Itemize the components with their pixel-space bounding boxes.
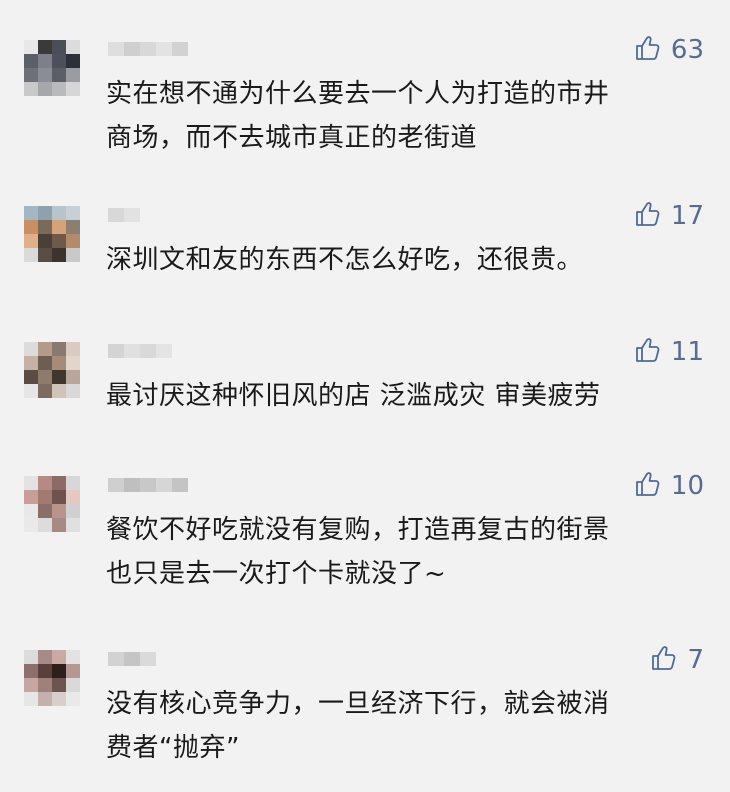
thumbs-up-icon bbox=[633, 34, 661, 66]
avatar[interactable] bbox=[24, 342, 80, 398]
comment-text-line: 实在想不通为什么要去一个人为打造的市井 bbox=[106, 79, 610, 109]
comment-text-line: 没有核心竞争力，一旦经济下行，就会被消 bbox=[106, 689, 610, 719]
like-button[interactable]: 7 bbox=[649, 644, 704, 676]
comment-text-line: 餐饮不好吃就没有复购，打造再复古的街景 bbox=[106, 515, 610, 545]
comment-text: 深圳文和友的东西不怎么好吃，还很贵。 bbox=[106, 238, 706, 282]
thumbs-up-icon bbox=[633, 336, 661, 368]
comment-text: 没有核心竞争力，一旦经济下行，就会被消 费者“抛弃” bbox=[106, 682, 706, 770]
nickname-blurred[interactable] bbox=[108, 42, 188, 56]
avatar[interactable] bbox=[24, 40, 80, 96]
avatar[interactable] bbox=[24, 206, 80, 262]
comment-text: 实在想不通为什么要去一个人为打造的市井 商场，而不去城市真正的老街道 bbox=[106, 72, 706, 160]
comment-text: 餐饮不好吃就没有复购，打造再复古的街景 也只是去一次打个卡就没了~ bbox=[106, 508, 706, 596]
like-count: 7 bbox=[687, 645, 704, 675]
nickname-blurred[interactable] bbox=[108, 478, 188, 492]
like-button[interactable]: 17 bbox=[633, 200, 704, 232]
like-count: 63 bbox=[670, 35, 704, 65]
nickname-blurred[interactable] bbox=[108, 344, 172, 358]
nickname-blurred[interactable] bbox=[108, 652, 156, 666]
comment-text-line: 费者“抛弃” bbox=[106, 733, 240, 763]
nickname-blurred[interactable] bbox=[108, 208, 140, 222]
like-count: 17 bbox=[670, 201, 704, 231]
comment-text-line: 也只是去一次打个卡就没了~ bbox=[106, 559, 447, 589]
thumbs-up-icon bbox=[633, 470, 661, 502]
like-count: 11 bbox=[670, 337, 704, 367]
like-count: 10 bbox=[670, 471, 704, 501]
comment-text-line: 商场，而不去城市真正的老街道 bbox=[106, 123, 478, 153]
comment-text: 最讨厌这种怀旧风的店 泛滥成灾 审美疲劳 bbox=[106, 374, 706, 418]
like-button[interactable]: 10 bbox=[633, 470, 704, 502]
like-button[interactable]: 63 bbox=[633, 34, 704, 66]
thumbs-up-icon bbox=[649, 644, 677, 676]
like-button[interactable]: 11 bbox=[633, 336, 704, 368]
avatar[interactable] bbox=[24, 650, 80, 706]
thumbs-up-icon bbox=[633, 200, 661, 232]
comment-text-line: 深圳文和友的东西不怎么好吃，还很贵。 bbox=[106, 245, 584, 275]
comment-text-line: 最讨厌这种怀旧风的店 泛滥成灾 审美疲劳 bbox=[106, 381, 601, 411]
avatar[interactable] bbox=[24, 476, 80, 532]
